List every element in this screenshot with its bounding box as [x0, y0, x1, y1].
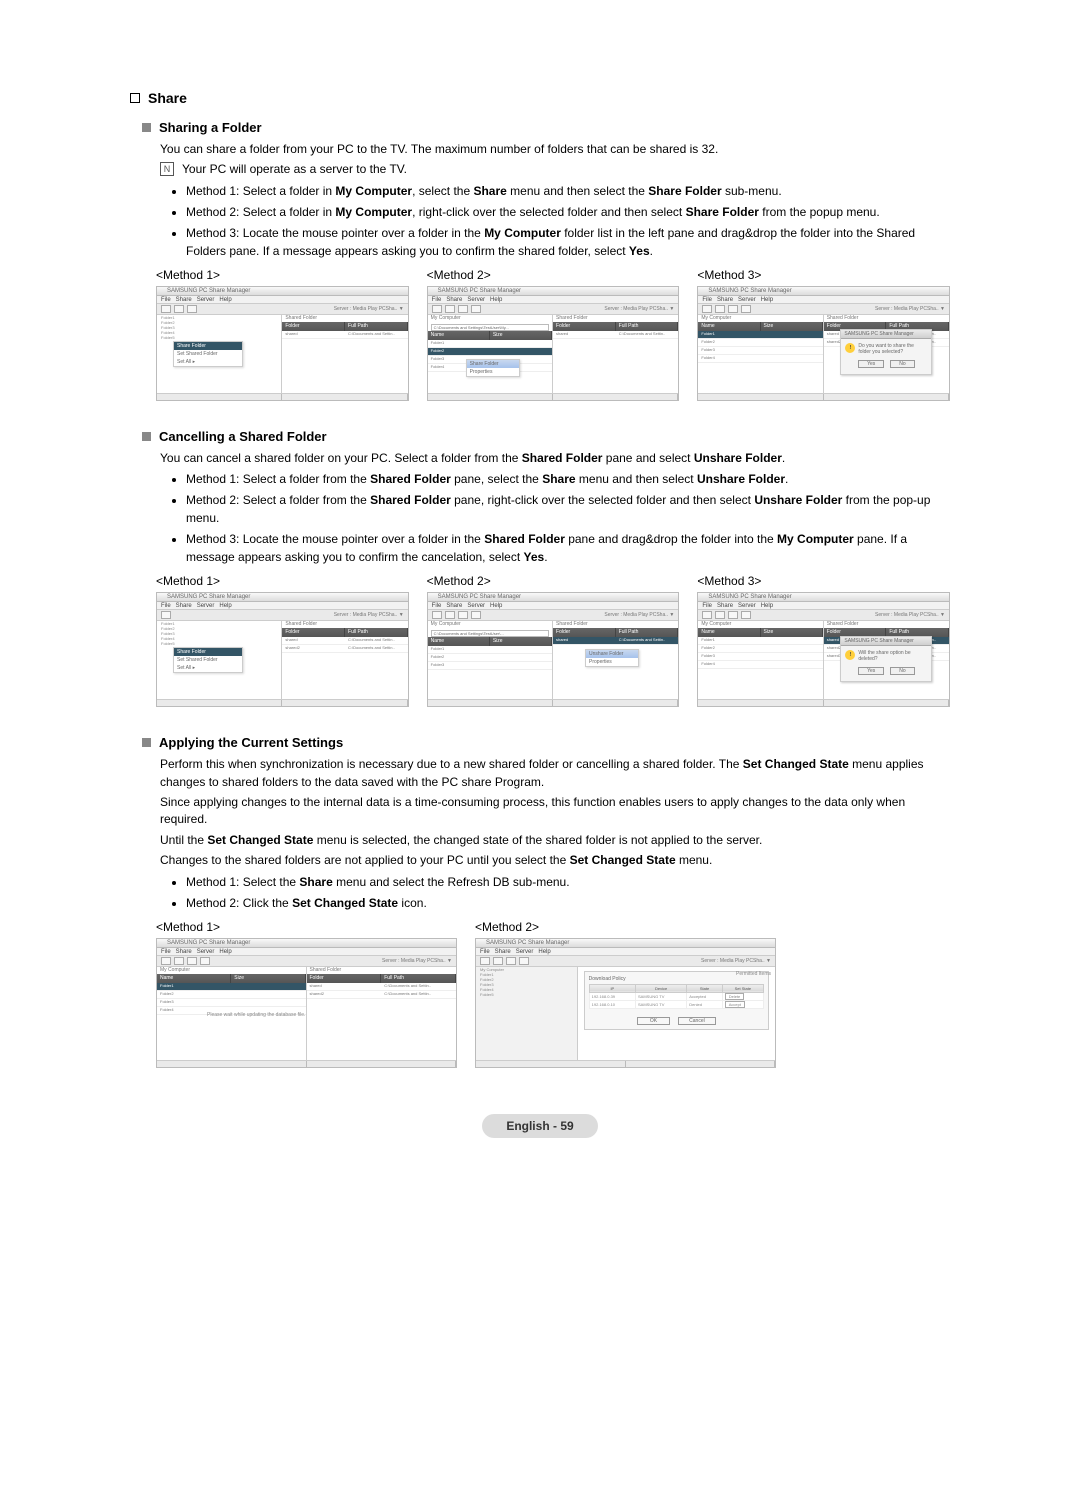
permit-table: IP Device State Set State 192.168.0.39 S…: [589, 984, 764, 1009]
menubar: File Share Server Help: [157, 296, 408, 304]
left-pane-mycomputer: Share Folder Set Shared Folder Set All ▸…: [157, 315, 282, 393]
cancel-intro: You can cancel a shared folder on your P…: [160, 450, 950, 467]
sharing-p1: You can share a folder from your PC to t…: [160, 141, 950, 158]
no-button[interactable]: No: [890, 360, 914, 368]
yes-button[interactable]: Yes: [858, 360, 884, 368]
apply-bullets: Method 1: Select the Share menu and sele…: [186, 873, 950, 912]
sub-header: Sharing a Folder: [142, 120, 950, 135]
method-label: <Method 1>: [156, 268, 409, 282]
cancel-methods-row: <Method 1> SAMSUNG PC Share Manager File…: [156, 572, 950, 707]
section-header: Share: [130, 90, 950, 106]
toolbar-button[interactable]: [174, 305, 184, 313]
section-bullet-box: [130, 93, 140, 103]
screenshot-apply-method2: SAMSUNG PC Share Manager FileShareServer…: [475, 938, 776, 1068]
menu-help[interactable]: Help: [219, 296, 231, 303]
cancel-bullets: Method 1: Select a folder from the Share…: [186, 470, 950, 566]
permit-title: Download Policy: [589, 976, 764, 984]
screenshot-cancel-method1: SAMSUNG PC Share Manager FileShareServer…: [156, 592, 409, 707]
ok-button[interactable]: OK: [637, 1017, 670, 1025]
subsection-applying: Applying the Current Settings Perform th…: [142, 735, 950, 1067]
toolbar-button[interactable]: [161, 305, 171, 313]
sub-bullet: [142, 123, 151, 132]
right-pane-shared: Shared Folder FolderFull Path sharedC:\D…: [282, 315, 407, 393]
status-bar: [157, 393, 408, 400]
screenshot-share-method1: SAMSUNG PC Share Manager File Share Serv…: [156, 286, 409, 401]
context-menu[interactable]: Unshare Folder Properties: [585, 649, 639, 667]
screenshot-apply-method1: SAMSUNG PC Share Manager FileShareServer…: [156, 938, 457, 1068]
warning-icon: !: [845, 343, 855, 353]
share-dropdown-menu[interactable]: Share Folder Set Shared Folder Set All ▸: [173, 647, 243, 673]
sharing-method1-block: <Method 1> SAMSUNG PC Share Manager File…: [156, 266, 409, 401]
window-title: SAMSUNG PC Share Manager: [157, 287, 408, 296]
sharing-method3-block: <Method 3> SAMSUNG PC Share Manager File…: [697, 266, 950, 401]
screenshot-share-method2: SAMSUNG PC Share Manager FileShareServer…: [427, 286, 680, 401]
server-indicator: Server : Media Play PCSha.. ▼: [334, 306, 408, 312]
note-line: N Your PC will operate as a server to th…: [160, 161, 950, 178]
toolbar-button[interactable]: [187, 305, 197, 313]
table-row: 192.168.0.10 SAMSUNG TV Denied Accept: [589, 1000, 763, 1008]
note-text: Your PC will operate as a server to the …: [182, 161, 407, 178]
page-number: English - 59: [482, 1114, 597, 1138]
sharing-m3: Method 3: Locate the mouse pointer over …: [186, 224, 950, 260]
menu-item-properties[interactable]: Properties: [467, 368, 519, 376]
menu-item-properties[interactable]: Properties: [586, 658, 638, 666]
apply-p1: Perform this when synchronization is nec…: [160, 756, 950, 791]
note-icon: N: [160, 162, 174, 176]
warning-icon: !: [845, 650, 855, 660]
menu-item-share-folder[interactable]: Share Folder: [174, 342, 242, 350]
screenshot-cancel-method3: SAMSUNG PC Share Manager FileShareServer…: [697, 592, 950, 707]
apply-p2: Since applying changes to the internal d…: [160, 794, 950, 829]
sub-title: Sharing a Folder: [159, 120, 262, 135]
apply-methods-row: <Method 1> SAMSUNG PC Share Manager File…: [156, 918, 776, 1068]
toolbar: Server : Media Play PCSha.. ▼: [157, 304, 408, 315]
apply-p4: Changes to the shared folders are not ap…: [160, 852, 950, 869]
menu-item[interactable]: Set Shared Folder: [174, 350, 242, 358]
scan-message: Please wait while updating the database …: [207, 1012, 305, 1018]
sharing-m1: Method 1: Select a folder in My Computer…: [186, 182, 950, 200]
menu-share[interactable]: Share: [176, 296, 192, 303]
menu-item-share-folder[interactable]: Share Folder: [467, 360, 519, 368]
menu-item-unshare-folder[interactable]: Unshare Folder: [586, 650, 638, 658]
delete-button[interactable]: Delete: [725, 993, 745, 1000]
screenshot-cancel-method2: SAMSUNG PC Share Manager FileShareServer…: [427, 592, 680, 707]
apply-p3: Until the Set Changed State menu is sele…: [160, 832, 950, 849]
confirm-dialog: SAMSUNG PC Share Manager ! Do you want t…: [840, 329, 932, 375]
subsection-cancelling: Cancelling a Shared Folder You can cance…: [142, 429, 950, 707]
confirm-dialog: SAMSUNG PC Share Manager ! Will the shar…: [840, 636, 932, 682]
screenshot-share-method3: SAMSUNG PC Share Manager FileShareServer…: [697, 286, 950, 401]
method-label: <Method 2>: [427, 268, 680, 282]
footer: English - 59: [130, 1114, 950, 1138]
accept-button[interactable]: Accept: [725, 1001, 745, 1008]
folder-list: Folder1 Folder2 Folder3 Folder4 Folder5: [157, 315, 281, 340]
context-menu[interactable]: Share Folder Properties: [466, 359, 520, 377]
method-label: <Method 3>: [697, 268, 950, 282]
cancel-button[interactable]: Cancel: [678, 1017, 716, 1025]
sharing-bullets: Method 1: Select a folder in My Computer…: [186, 182, 950, 260]
menu-item[interactable]: Set All ▸: [174, 358, 242, 366]
subsection-sharing: Sharing a Folder You can share a folder …: [142, 120, 950, 401]
share-dropdown-menu[interactable]: Share Folder Set Shared Folder Set All ▸: [173, 341, 243, 367]
menu-file[interactable]: File: [161, 296, 171, 303]
yes-button[interactable]: Yes: [858, 667, 884, 675]
sharing-method2-block: <Method 2> SAMSUNG PC Share Manager File…: [427, 266, 680, 401]
sharing-m2: Method 2: Select a folder in My Computer…: [186, 203, 950, 221]
table-row: 192.168.0.39 SAMSUNG TV Accepted Delete: [589, 992, 763, 1000]
permit-items-label: Permitted Items: [736, 971, 771, 977]
no-button[interactable]: No: [890, 667, 914, 675]
menu-server[interactable]: Server: [197, 296, 215, 303]
section-title: Share: [148, 90, 187, 106]
sharing-methods-row: <Method 1> SAMSUNG PC Share Manager File…: [156, 266, 950, 401]
